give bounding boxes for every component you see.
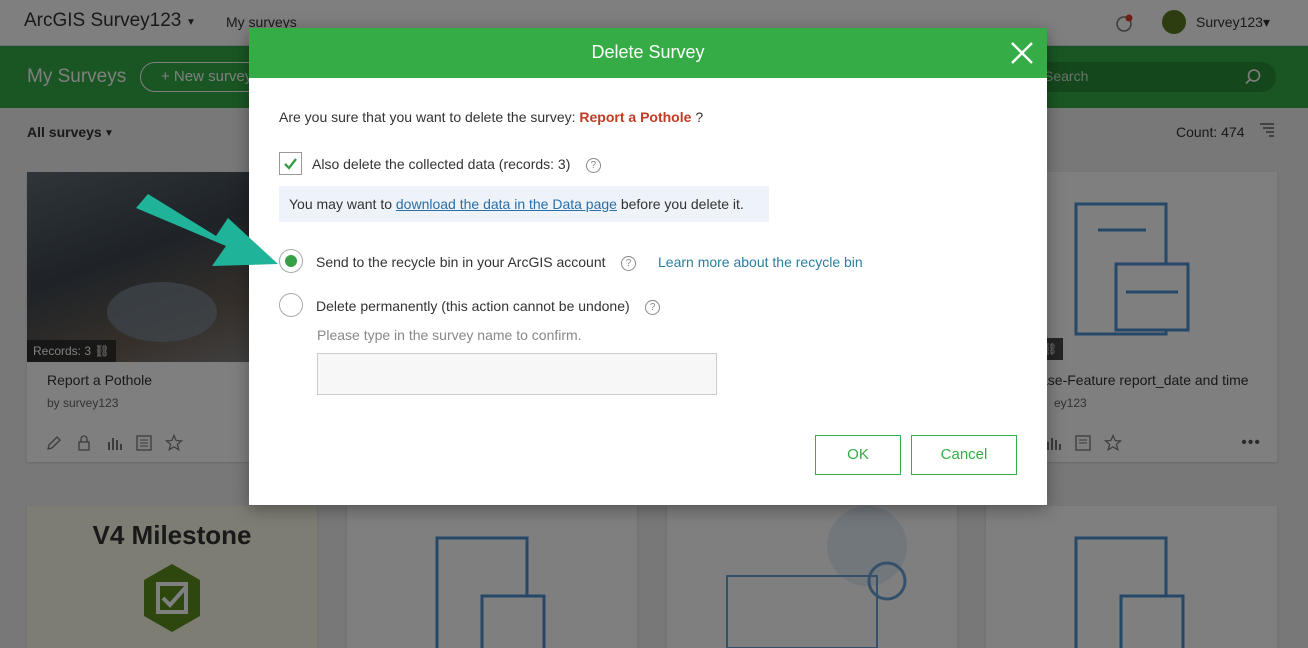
help-icon[interactable]: ? (585, 157, 601, 173)
dialog-title: Delete Survey (591, 42, 705, 62)
close-icon[interactable] (1009, 40, 1035, 66)
download-data-link[interactable]: download the data in the Data page (396, 196, 617, 212)
also-delete-data-checkbox[interactable] (279, 152, 302, 175)
cancel-button[interactable]: Cancel (911, 435, 1017, 475)
download-hint: You may want to download the data in the… (279, 186, 769, 222)
confirm-survey-name-input[interactable] (317, 353, 717, 395)
confirm-hint: Please type in the survey name to confir… (317, 327, 582, 343)
delete-permanently-radio[interactable] (279, 293, 303, 317)
checkmark-icon (284, 158, 297, 170)
dialog-header: Delete Survey (249, 28, 1047, 78)
help-icon[interactable]: ? (645, 299, 661, 315)
delete-question: Are you sure that you want to delete the… (279, 109, 704, 125)
recycle-bin-label[interactable]: Send to the recycle bin in your ArcGIS a… (316, 254, 637, 271)
help-icon[interactable]: ? (621, 255, 637, 271)
survey-name: Report a Pothole (579, 109, 692, 125)
recycle-bin-radio[interactable] (279, 249, 303, 273)
annotation-arrow-icon (136, 194, 278, 266)
recycle-bin-learn-more-link[interactable]: Learn more about the recycle bin (658, 254, 863, 270)
also-delete-data-label[interactable]: Also delete the collected data (records:… (312, 156, 601, 173)
delete-survey-dialog: Delete Survey Are you sure that you want… (249, 28, 1047, 505)
ok-button[interactable]: OK (815, 435, 901, 475)
delete-permanently-label[interactable]: Delete permanently (this action cannot b… (316, 298, 661, 315)
